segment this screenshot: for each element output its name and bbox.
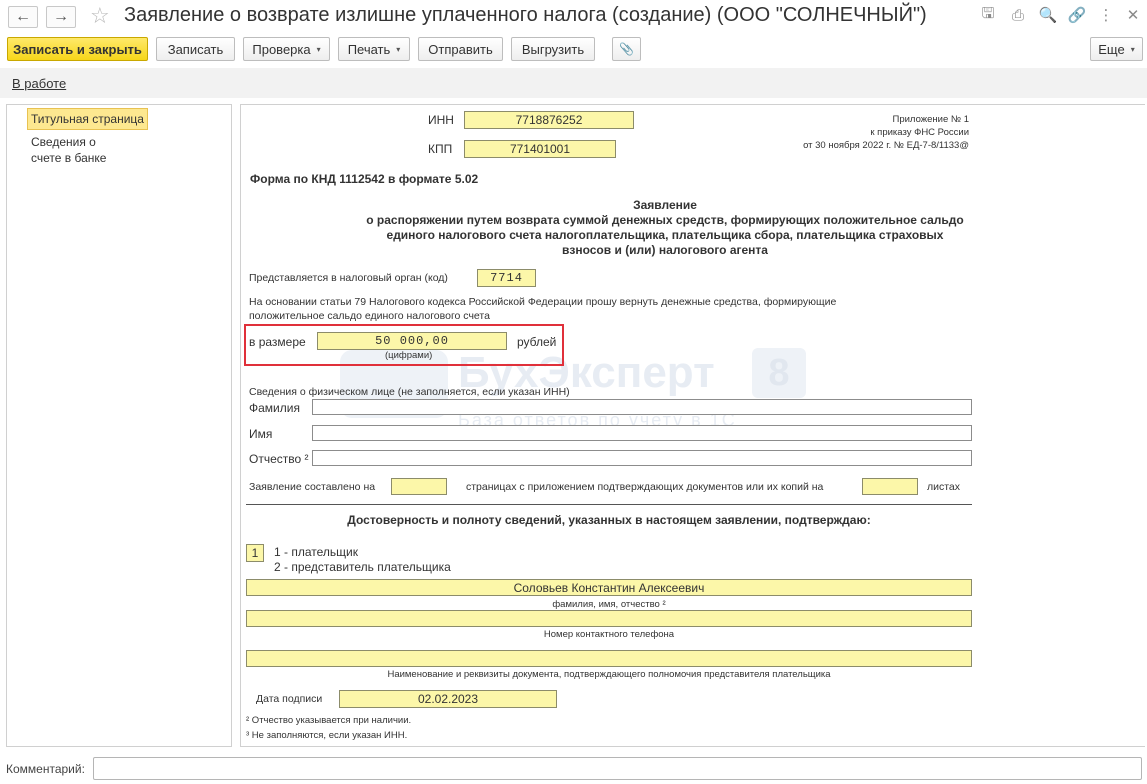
comment-input[interactable] xyxy=(93,757,1142,780)
phone-field[interactable] xyxy=(246,610,972,627)
authority-document-field[interactable] xyxy=(246,650,972,667)
save-and-close-button[interactable]: Записать и закрыть xyxy=(7,37,148,61)
pages-count-field[interactable] xyxy=(391,478,447,495)
form-header-line-2: о распоряжении путем возврата суммой ден… xyxy=(366,213,964,227)
left-navigation-panel xyxy=(6,104,232,747)
appendix-line-1: Приложение № 1 xyxy=(892,114,969,125)
person-header: Сведения о физическом лице (не заполняет… xyxy=(249,386,570,398)
more-button-label: Еще xyxy=(1098,41,1125,57)
name-label: Имя xyxy=(249,427,273,441)
more-button[interactable]: Еще ▾ xyxy=(1090,37,1143,61)
more-vertical-icon[interactable]: ⋮ xyxy=(1097,6,1115,24)
inn-label: ИНН xyxy=(428,113,454,127)
nav-item-title-page[interactable]: Титульная страница xyxy=(27,108,148,130)
appendix-line-2: к приказу ФНС России xyxy=(870,127,969,138)
paperclip-icon: 📎 xyxy=(619,42,634,56)
basis-text-line-1: На основании статьи 79 Налогового кодекс… xyxy=(249,296,837,308)
sign-date-field[interactable]: 02.02.2023 xyxy=(339,690,557,708)
signer-fio-caption: фамилия, имя, отчество ² xyxy=(552,599,666,610)
pages-prefix-label: Заявление составлено на xyxy=(249,481,376,493)
sign-date-label: Дата подписи xyxy=(256,693,323,705)
tax-authority-value: 7714 xyxy=(490,271,523,285)
inn-field[interactable]: 7718876252 xyxy=(464,111,634,129)
surname-label: Фамилия xyxy=(249,401,300,415)
chevron-down-icon: ▾ xyxy=(1130,44,1135,54)
phone-caption: Номер контактного телефона xyxy=(543,629,675,640)
basis-text-line-2: положительное сальдо единого налогового … xyxy=(249,310,490,322)
check-button[interactable]: Проверка ▾ xyxy=(243,37,330,61)
page-title: Заявление о возврате излишне уплаченного… xyxy=(124,4,927,26)
arrow-right-icon: → xyxy=(53,8,69,25)
chevron-down-icon: ▾ xyxy=(396,44,401,54)
surname-field[interactable] xyxy=(312,399,972,415)
form-header-title: Заявление xyxy=(633,198,697,212)
chevron-down-icon: ▾ xyxy=(316,44,321,54)
tax-authority-label: Представляется в налоговый орган (код) xyxy=(249,272,448,284)
send-button[interactable]: Отправить xyxy=(418,37,503,61)
back-button[interactable]: ← xyxy=(8,6,38,28)
pages-middle-label: страницах с приложением подтверждающих д… xyxy=(466,481,824,493)
footnote-1: ² Отчество указывается при наличии. xyxy=(246,715,412,726)
authority-document-caption: Наименование и реквизиты документа, подт… xyxy=(387,669,831,680)
pages-suffix-label: листах xyxy=(927,481,961,493)
sheets-count-field[interactable] xyxy=(862,478,918,495)
close-icon[interactable]: ✕ xyxy=(1124,6,1142,24)
footnote-2: ³ Не заполняются, если указан ИНН. xyxy=(246,730,408,741)
tax-authority-field[interactable]: 7714 xyxy=(477,269,536,287)
preview-icon[interactable]: 🔍 xyxy=(1039,6,1058,24)
kpp-label: КПП xyxy=(428,142,453,156)
signer-type-option-1: 1 - плательщик xyxy=(274,545,358,559)
form-header-line-3: единого налогового счета налогоплательщи… xyxy=(386,228,944,242)
attach-button[interactable]: 📎 xyxy=(612,37,641,61)
link-icon[interactable]: 🔗 xyxy=(1068,6,1087,24)
upload-button[interactable]: Выгрузить xyxy=(511,37,595,61)
status-strip xyxy=(0,68,1147,98)
save-button[interactable]: Записать xyxy=(156,37,235,61)
arrow-left-icon: ← xyxy=(15,8,31,25)
patronymic-field[interactable] xyxy=(312,450,972,466)
favorite-star-icon[interactable]: ☆ xyxy=(90,3,110,29)
signer-fio-field[interactable]: Соловьев Константин Алексеевич xyxy=(246,579,972,596)
print-button[interactable]: Печать ▾ xyxy=(338,37,410,61)
confirm-header: Достоверность и полноту сведений, указан… xyxy=(347,513,871,527)
forward-button[interactable]: → xyxy=(46,6,76,28)
signer-type-option-2: 2 - представитель плательщика xyxy=(274,560,451,574)
patronymic-label: Отчество ² xyxy=(249,452,309,466)
comment-label: Комментарий: xyxy=(6,762,85,776)
print-button-label: Печать xyxy=(347,41,391,57)
in-work-link[interactable]: В работе xyxy=(12,76,66,91)
appendix-line-3: от 30 ноября 2022 г. № ЕД-7-8/1133@ xyxy=(803,140,969,151)
save-icon[interactable]: 🖫 xyxy=(979,5,997,24)
form-code: Форма по КНД 1112542 в формате 5.02 xyxy=(250,172,479,186)
check-button-label: Проверка xyxy=(252,41,311,57)
form-header-line-4: взносов и (или) налогового агента xyxy=(562,243,768,257)
name-field[interactable] xyxy=(312,425,972,441)
signer-type-field[interactable]: 1 xyxy=(246,544,264,562)
section-divider xyxy=(246,504,972,505)
print-icon[interactable]: ⎙ xyxy=(1009,6,1027,24)
kpp-field[interactable]: 771401001 xyxy=(464,140,616,158)
amount-highlight-frame xyxy=(244,324,564,366)
nav-item-bank-account[interactable]: Сведения о счете в банке xyxy=(31,134,131,166)
